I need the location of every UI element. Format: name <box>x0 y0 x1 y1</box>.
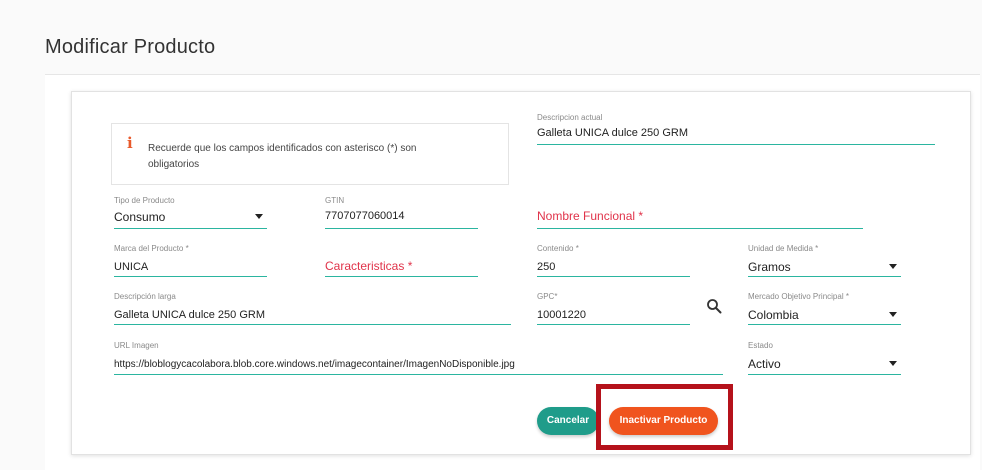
product-type-select[interactable]: Tipo de Producto Consumo <box>114 196 267 230</box>
field-label: Unidad de Medida * <box>748 244 819 253</box>
field-underline <box>537 228 863 229</box>
field-label: Marca del Producto * <box>114 244 189 253</box>
field-label-required: Nombre Funcional * <box>537 209 644 223</box>
field-value: 250 <box>537 261 556 273</box>
field-underline <box>537 324 690 325</box>
field-underline <box>748 276 901 277</box>
field-label: Estado <box>748 341 773 350</box>
field-value: Galleta UNICA dulce 250 GRM <box>114 309 266 321</box>
gtin-field[interactable]: GTIN 7707077060014 <box>325 196 478 230</box>
field-underline <box>537 276 690 277</box>
chevron-down-icon[interactable] <box>889 361 897 366</box>
field-label-required: Caracteristicas * <box>325 259 413 273</box>
field-value: UNICA <box>114 261 149 273</box>
info-icon: i <box>127 134 133 152</box>
field-underline <box>325 276 478 277</box>
field-underline <box>537 144 935 145</box>
field-value: 10001220 <box>537 309 586 321</box>
cancel-button[interactable]: Cancelar <box>537 407 599 435</box>
required-fields-notice: i Recuerde que los campos identificados … <box>111 123 509 185</box>
field-label: GPC* <box>537 292 558 301</box>
field-underline <box>114 324 511 325</box>
chevron-down-icon[interactable] <box>889 264 897 269</box>
target-market-select[interactable]: Mercado Objetivo Principal * Colombia <box>748 292 901 326</box>
long-description-field[interactable]: Descripción larga Galleta UNICA dulce 25… <box>114 292 511 326</box>
characteristics-field[interactable]: Caracteristicas * <box>325 244 478 278</box>
field-underline <box>114 276 267 277</box>
highlight-box <box>596 384 733 450</box>
brand-field[interactable]: Marca del Producto * UNICA <box>114 244 267 278</box>
content-field[interactable]: Contenido * 250 <box>537 244 690 278</box>
field-value: Colombia <box>748 308 799 322</box>
page-title: Modificar Producto <box>45 36 216 58</box>
field-underline <box>748 324 901 325</box>
field-value: Activo <box>748 357 781 371</box>
field-value: Galleta UNICA dulce 250 GRM <box>537 127 689 139</box>
field-value: https://bloblogycacolabora.blob.core.win… <box>114 359 515 370</box>
search-icon[interactable] <box>706 298 722 314</box>
unit-of-measure-select[interactable]: Unidad de Medida * Gramos <box>748 244 901 278</box>
status-select[interactable]: Estado Activo <box>748 341 901 375</box>
notice-text: Recuerde que los campos identificados co… <box>148 143 417 170</box>
field-underline <box>325 228 478 229</box>
current-description-field[interactable]: Descripcion actual Galleta UNICA dulce 2… <box>537 113 935 147</box>
field-value: 7707077060014 <box>325 210 405 222</box>
field-label: Tipo de Producto <box>114 196 175 205</box>
field-value: Gramos <box>748 260 791 274</box>
field-label: URL Imagen <box>114 341 159 350</box>
field-label: Descripción larga <box>114 292 176 301</box>
image-url-field[interactable]: URL Imagen https://bloblogycacolabora.bl… <box>114 341 723 375</box>
field-label: Mercado Objetivo Principal * <box>748 292 849 301</box>
field-underline <box>114 228 267 229</box>
field-label: Contenido * <box>537 244 579 253</box>
field-underline <box>748 374 901 375</box>
field-label: GTIN <box>325 196 345 205</box>
gpc-field[interactable]: GPC* 10001220 <box>537 292 690 326</box>
field-underline <box>114 374 723 375</box>
functional-name-field[interactable]: Nombre Funcional * <box>537 196 863 230</box>
chevron-down-icon[interactable] <box>889 312 897 317</box>
chevron-down-icon[interactable] <box>255 214 263 219</box>
field-label: Descripcion actual <box>537 113 603 122</box>
field-value: Consumo <box>114 210 166 224</box>
